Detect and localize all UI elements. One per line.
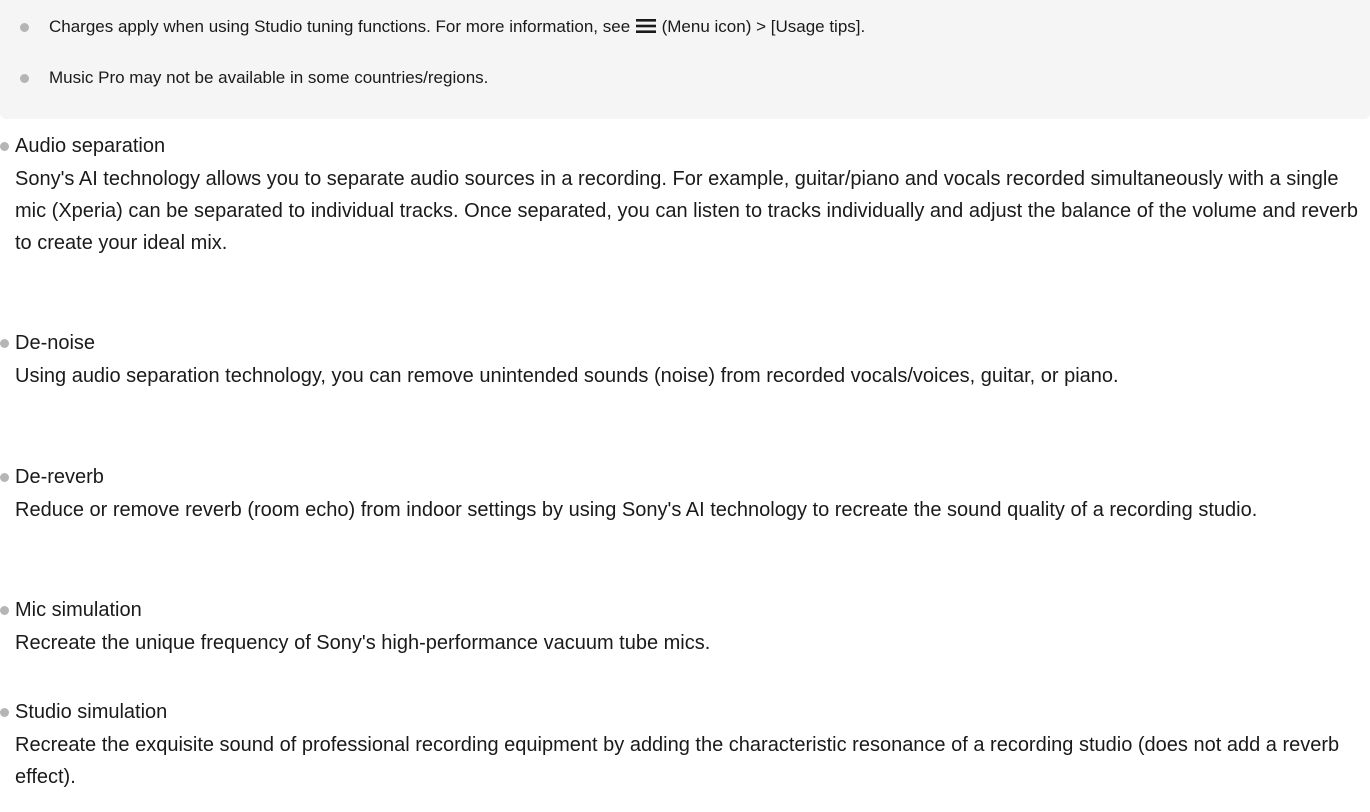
bullet-icon — [20, 74, 29, 83]
feature-title: Mic simulation — [15, 599, 142, 621]
bullet-icon — [0, 142, 9, 151]
feature-description: Recreate the unique frequency of Sony's … — [15, 632, 711, 654]
feature-title: Audio separation — [15, 135, 166, 157]
note-box: Charges apply when using Studio tuning f… — [0, 0, 1370, 119]
feature-description: Sony's AI technology allows you to separ… — [15, 168, 1358, 254]
bullet-icon — [0, 606, 9, 615]
feature-description: Recreate the exquisite sound of professi… — [15, 734, 1340, 788]
feature-title: Studio simulation — [15, 701, 168, 723]
bullet-icon — [0, 473, 9, 482]
feature-title: De-noise — [15, 332, 96, 354]
note-text: Charges apply when using Studio tuning f… — [49, 17, 866, 36]
note-text: Music Pro may not be available in some c… — [49, 68, 489, 87]
bullet-icon — [0, 708, 9, 717]
feature-description: Using audio separation technology, you c… — [15, 365, 1119, 387]
menu-icon — [635, 19, 656, 33]
feature-description: Reduce or remove reverb (room echo) from… — [15, 499, 1258, 521]
feature-title: De-reverb — [15, 466, 104, 488]
bullet-icon — [0, 339, 9, 348]
bullet-icon — [20, 23, 29, 32]
